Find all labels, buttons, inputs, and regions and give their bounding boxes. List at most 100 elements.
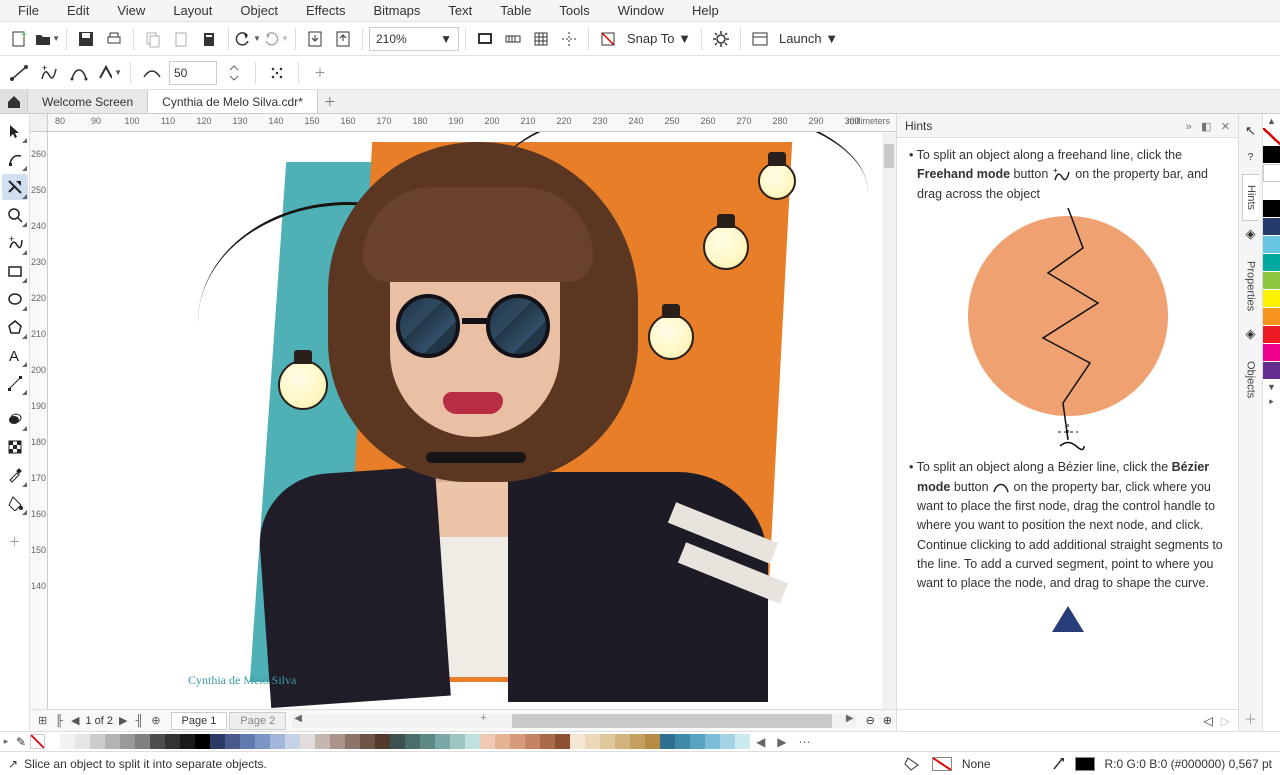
add-document-tab[interactable]: ＋: [318, 90, 342, 113]
swatch[interactable]: [645, 734, 660, 749]
transparency-tool[interactable]: [2, 434, 28, 460]
palette-scroll-up[interactable]: ▲: [1263, 114, 1280, 128]
fullscreen-preview-button[interactable]: [472, 26, 498, 52]
swatch[interactable]: [585, 734, 600, 749]
swatch[interactable]: [105, 734, 120, 749]
swatch[interactable]: [60, 734, 75, 749]
pick-cursor-icon[interactable]: ↖: [1242, 122, 1260, 140]
swatch[interactable]: [1263, 362, 1280, 380]
vertical-scrollbar[interactable]: [882, 132, 896, 709]
swatch[interactable]: [615, 734, 630, 749]
swatch[interactable]: [225, 734, 240, 749]
horizontal-ruler[interactable]: 80 90 100 110 120 130 140 150 160 170 18…: [30, 114, 896, 132]
swatch[interactable]: [525, 734, 540, 749]
dock-undock-button[interactable]: ◧: [1201, 121, 1211, 133]
polygon-tool[interactable]: [2, 314, 28, 340]
menu-help[interactable]: Help: [678, 1, 733, 20]
palette-h-left[interactable]: ◀: [750, 735, 771, 749]
crop-knife-tool[interactable]: [2, 174, 28, 200]
cut-span-button[interactable]: [264, 60, 290, 86]
bezier-mode-button[interactable]: [66, 60, 92, 86]
swatch[interactable]: [405, 734, 420, 749]
menu-bitmaps[interactable]: Bitmaps: [359, 1, 434, 20]
ellipse-tool[interactable]: [2, 286, 28, 312]
menu-layout[interactable]: Layout: [159, 1, 226, 20]
swatch[interactable]: [210, 734, 225, 749]
menu-edit[interactable]: Edit: [53, 1, 103, 20]
add-docker-button[interactable]: ＋: [1242, 709, 1260, 727]
dimension-tool[interactable]: [2, 370, 28, 396]
last-page-button[interactable]: ╢: [133, 715, 145, 727]
shape-tool[interactable]: [2, 146, 28, 172]
docker-tab-properties[interactable]: Properties: [1243, 251, 1259, 321]
outline-indicator-icon[interactable]: [1051, 757, 1065, 771]
swatch[interactable]: [1263, 272, 1280, 290]
swatch[interactable]: [1263, 182, 1280, 200]
show-rulers-button[interactable]: [500, 26, 526, 52]
snap-off-button[interactable]: [595, 26, 621, 52]
swatch[interactable]: [255, 734, 270, 749]
swatch[interactable]: [1263, 236, 1280, 254]
page-tab-1[interactable]: Page 1: [171, 712, 228, 730]
text-tool[interactable]: A: [2, 342, 28, 368]
fill-swatch[interactable]: [932, 757, 952, 771]
swatch[interactable]: [1263, 344, 1280, 362]
swatch[interactable]: [90, 734, 105, 749]
swatch[interactable]: [300, 734, 315, 749]
swatch[interactable]: [495, 734, 510, 749]
swatch[interactable]: [480, 734, 495, 749]
hints-forward-button[interactable]: ▷: [1221, 714, 1230, 728]
next-page-button[interactable]: ▶: [117, 714, 129, 727]
swatch[interactable]: [1263, 146, 1280, 164]
menu-view[interactable]: View: [103, 1, 159, 20]
add-page-button[interactable]: ⊕: [149, 714, 162, 727]
palette-h-flyout[interactable]: ▸: [0, 736, 12, 747]
print-button[interactable]: [101, 26, 127, 52]
docker-tab-objects[interactable]: Objects: [1243, 351, 1259, 408]
launch-icon[interactable]: [747, 26, 773, 52]
undo-button[interactable]: ▼: [235, 26, 261, 52]
swatch[interactable]: [630, 734, 645, 749]
menu-window[interactable]: Window: [604, 1, 678, 20]
vertical-ruler[interactable]: 260 250 240 230 220 210 200 190 180 170 …: [30, 132, 48, 709]
quick-customize-button[interactable]: ＋: [307, 60, 333, 86]
swatch[interactable]: [360, 734, 375, 749]
launch-dropdown[interactable]: Launch ▼: [775, 31, 842, 46]
open-button[interactable]: ▼: [34, 26, 60, 52]
new-doc-button[interactable]: +: [6, 26, 32, 52]
freehand-tool[interactable]: +: [2, 230, 28, 256]
swatch[interactable]: [555, 734, 570, 749]
horizontal-scrollbar[interactable]: ◀ ▶ +: [292, 714, 855, 728]
drawing-canvas[interactable]: Cynthia de Melo Silva: [48, 132, 896, 709]
snap-to-dropdown[interactable]: Snap To ▼: [623, 31, 695, 46]
swatch[interactable]: [600, 734, 615, 749]
objects-icon[interactable]: ◈: [1242, 325, 1260, 343]
swatch[interactable]: [735, 734, 750, 749]
freehand-smoothing-input[interactable]: 50: [169, 61, 217, 85]
docker-tab-hints[interactable]: Hints: [1242, 174, 1259, 221]
two-point-line-mode-button[interactable]: [6, 60, 32, 86]
swatch[interactable]: [285, 734, 300, 749]
menu-effects[interactable]: Effects: [292, 1, 360, 20]
pick-tool[interactable]: [2, 118, 28, 144]
swatch[interactable]: [1263, 254, 1280, 272]
swatch[interactable]: [345, 734, 360, 749]
copy-button[interactable]: [140, 26, 166, 52]
export-button[interactable]: [330, 26, 356, 52]
swatch[interactable]: [135, 734, 150, 749]
swatch[interactable]: [705, 734, 720, 749]
dock-close-button[interactable]: ✕: [1221, 121, 1230, 133]
swatch[interactable]: [375, 734, 390, 749]
swatch[interactable]: [690, 734, 705, 749]
swatch-none[interactable]: [1263, 128, 1280, 146]
menu-table[interactable]: Table: [486, 1, 545, 20]
swatch[interactable]: [465, 734, 480, 749]
clipboard-button[interactable]: [196, 26, 222, 52]
swatch[interactable]: [570, 734, 585, 749]
zoom-out-button[interactable]: ⊖: [862, 714, 879, 727]
properties-icon[interactable]: ◈: [1242, 225, 1260, 243]
outline-swatch[interactable]: [1075, 757, 1095, 771]
hints-back-button[interactable]: ◁: [1204, 714, 1213, 728]
help-icon[interactable]: ?: [1242, 148, 1260, 166]
menu-tools[interactable]: Tools: [545, 1, 603, 20]
